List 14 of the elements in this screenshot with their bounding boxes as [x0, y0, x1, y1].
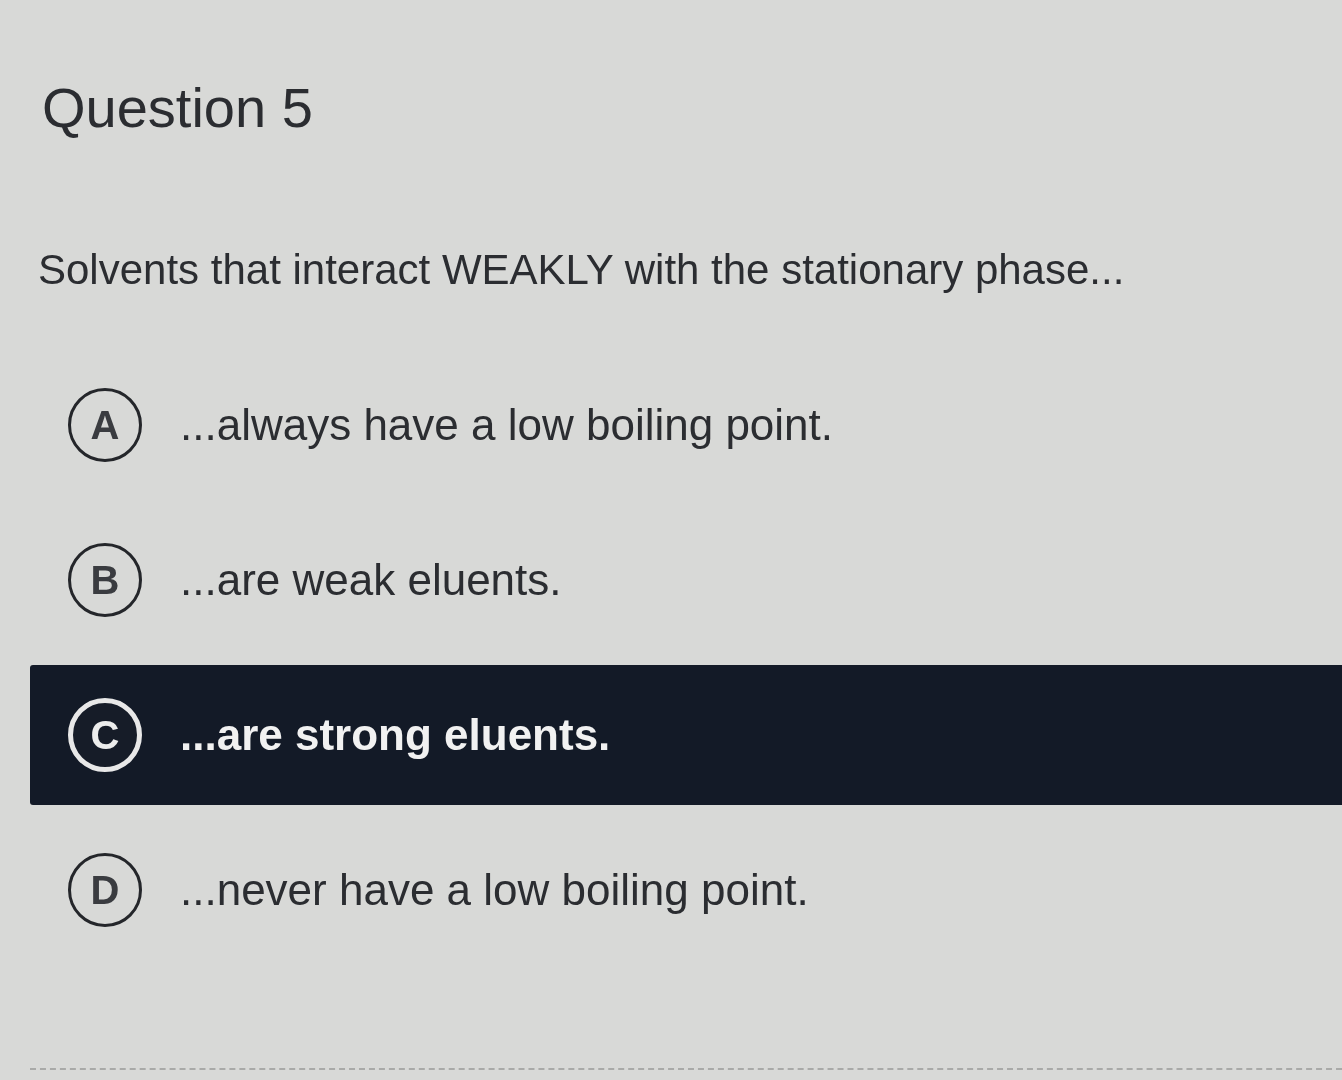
answer-option[interactable]: C ...are strong eluents. [30, 665, 1342, 805]
option-letter: B [68, 543, 142, 617]
option-letter: A [68, 388, 142, 462]
answer-option[interactable]: A ...always have a low boiling point. [30, 355, 1342, 495]
answer-option[interactable]: D ...never have a low boiling point. [30, 820, 1342, 960]
question-title: Question 5 [42, 75, 313, 141]
option-text: ...never have a low boiling point. [180, 864, 809, 916]
option-text: ...are weak eluents. [180, 554, 562, 606]
answer-option[interactable]: B ...are weak eluents. [30, 510, 1342, 650]
option-letter: C [68, 698, 142, 772]
option-text: ...always have a low boiling point. [180, 399, 834, 451]
question-prompt: Solvents that interact WEAKLY with the stationary phase... [38, 245, 1125, 295]
option-text: ...are strong eluents. [180, 709, 611, 761]
option-letter: D [68, 853, 142, 927]
